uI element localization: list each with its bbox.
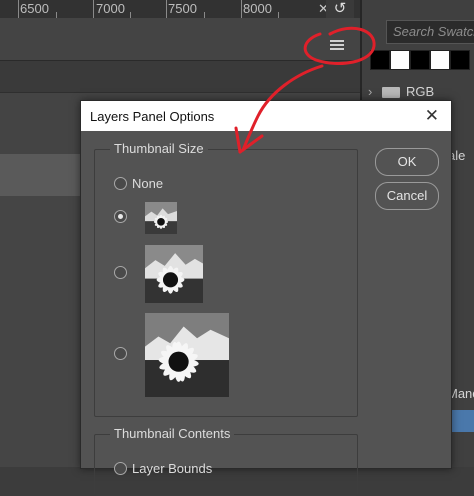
folder-label: RGB (406, 84, 435, 99)
layer-bounds-label[interactable]: Layer Bounds (132, 461, 212, 476)
thumbnail-small-radio[interactable] (114, 210, 127, 223)
dialog-title-bar: Layers Panel Options ✕ (81, 101, 451, 131)
thumbnail-contents-legend: Thumbnail Contents (110, 426, 235, 441)
swatch[interactable] (370, 50, 390, 70)
ruler-label: 7000 (96, 1, 125, 16)
swatch[interactable] (390, 50, 410, 70)
chevron-right-icon[interactable]: › (368, 84, 380, 99)
hamburger-menu-icon[interactable] (330, 40, 344, 52)
dialog-title: Layers Panel Options (90, 109, 215, 124)
swatch[interactable] (450, 50, 470, 70)
close-icon[interactable]: ✕ (425, 106, 439, 126)
swatch-folder-rgb[interactable]: › RGB (368, 84, 434, 99)
ruler-label: 8000 (243, 1, 272, 16)
history-icon[interactable]: ↺ (326, 0, 354, 18)
layers-panel-options-dialog: Layers Panel Options ✕ Thumbnail Size No… (80, 100, 452, 496)
thumbnail-none-radio[interactable] (114, 177, 127, 190)
swatch[interactable] (430, 50, 450, 70)
ok-button[interactable]: OK (375, 148, 439, 176)
folder-icon (382, 87, 400, 99)
ruler-label: 6500 (20, 1, 49, 16)
layer-bounds-radio[interactable] (114, 462, 127, 475)
thumbnail-size-legend: Thumbnail Size (110, 141, 208, 156)
ruler-label: 7500 (168, 1, 197, 16)
panel-header (0, 18, 360, 60)
thumbnail-large-preview[interactable] (145, 313, 229, 397)
swatch[interactable] (410, 50, 430, 70)
search-placeholder: Search Swatch (393, 24, 474, 39)
swatch-search-input[interactable]: Search Swatch (386, 20, 474, 44)
horizontal-ruler: 6500 7000 7500 8000 ✕ ◂◂ (0, 0, 360, 19)
thumbnail-large-radio[interactable] (114, 347, 127, 360)
thumbnail-medium-radio[interactable] (114, 266, 127, 279)
thumbnail-medium-preview[interactable] (145, 245, 203, 303)
thumbnail-small-preview[interactable] (145, 202, 177, 234)
cancel-button[interactable]: Cancel (375, 182, 439, 210)
thumbnail-none-label[interactable]: None (132, 176, 163, 191)
panel-row (0, 60, 360, 93)
